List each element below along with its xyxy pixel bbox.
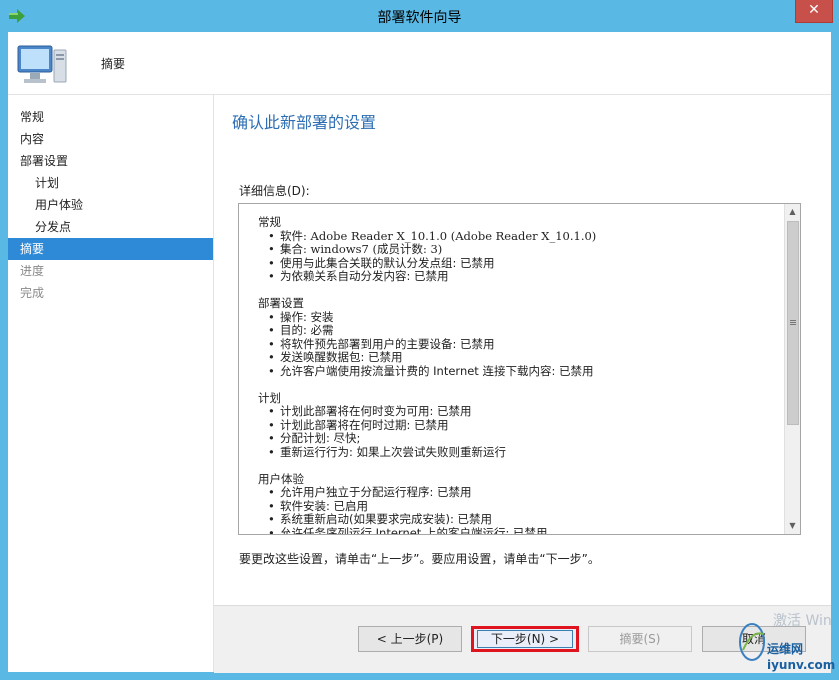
scroll-up-arrow-icon[interactable]: ▲	[785, 204, 800, 220]
detail-item: 目的: 必需	[258, 324, 778, 338]
close-button[interactable]: ✕	[795, 0, 833, 23]
page-title: 摘要	[101, 57, 126, 71]
previous-button[interactable]: < 上一步(P)	[358, 626, 462, 652]
details-label: 详细信息(D):	[239, 184, 310, 198]
wizard-window: 摘要 常规 内容 部署设置 计划 用户体验 分发点 摘要 进度 完成 确认此新部…	[8, 32, 831, 673]
nav-item-general[interactable]: 常规	[8, 106, 213, 128]
detail-item: 集合: windows7 (成员计数: 3)	[258, 243, 778, 257]
summary-button: 摘要(S)	[588, 626, 692, 652]
site-name: 运维网	[767, 642, 804, 656]
detail-item: 为依赖关系自动分发内容: 已禁用	[258, 270, 778, 284]
detail-item: 使用与此集合关联的默认分发点组: 已禁用	[258, 256, 778, 271]
details-scrollbar[interactable]: ▲ ▼	[784, 204, 800, 534]
window-title: 部署软件向导	[377, 10, 462, 26]
next-button-label: 下一步(N) >	[477, 630, 573, 648]
details-textbox[interactable]: 常规 软件: Adobe Reader X_10.1.0 (Adobe Read…	[238, 203, 801, 535]
detail-item: 将软件预先部署到用户的主要设备: 已禁用	[258, 337, 778, 352]
details-section: 用户体验 允许用户独立于分配运行程序: 已禁用 软件安装: 已启用 系统重新启动…	[258, 471, 778, 534]
window-titlebar: 部署软件向导 ✕	[0, 0, 839, 32]
site-url: iyunv.com	[767, 658, 836, 672]
scroll-thumb[interactable]	[787, 221, 799, 425]
activation-watermark-text: 激活 Win	[773, 613, 832, 629]
nav-item-distribution-points[interactable]: 分发点	[8, 216, 213, 238]
detail-item: 软件安装: 已启用	[258, 499, 778, 514]
nav-item-user-experience[interactable]: 用户体验	[8, 194, 213, 216]
detail-item: 计划此部署将在何时变为可用: 已禁用	[258, 405, 778, 419]
site-logo-icon	[739, 623, 765, 661]
details-section: 常规 软件: Adobe Reader X_10.1.0 (Adobe Read…	[258, 215, 778, 284]
details-section: 部署设置 操作: 安装 目的: 必需 将软件预先部署到用户的主要设备: 已禁用 …	[258, 295, 778, 379]
detail-item: 允许用户独立于分配运行程序: 已禁用	[258, 485, 778, 500]
computer-icon	[17, 45, 67, 83]
nav-item-progress: 进度	[20, 264, 45, 278]
detail-item: 允许任务序列运行 Internet 上的客户端运行: 已禁用	[258, 526, 778, 534]
watermark: 激活 Win 运维网 iyunv.com	[737, 613, 837, 676]
nav-item-schedule[interactable]: 计划	[8, 172, 213, 194]
detail-item: 计划此部署将在何时过期: 已禁用	[258, 418, 778, 433]
detail-item: 分配计划: 尽快;	[258, 432, 778, 446]
section-title: 部署设置	[258, 295, 304, 310]
section-title: 常规	[258, 215, 281, 229]
main-content: 确认此新部署的设置 详细信息(D): 常规 软件: Adobe Reader X…	[214, 95, 831, 605]
next-button[interactable]: 下一步(N) >	[471, 626, 579, 652]
content-heading: 确认此新部署的设置	[232, 113, 377, 132]
detail-item: 允许客户端使用按流量计费的 Internet 连接下载内容: 已禁用	[258, 364, 778, 379]
detail-item: 软件: Adobe Reader X_10.1.0 (Adobe Reader …	[258, 229, 778, 244]
wizard-header: 摘要	[8, 32, 831, 95]
detail-item: 重新运行行为: 如果上次尝试失败则重新运行	[258, 445, 778, 460]
detail-item: 系统重新启动(如果要求完成安装): 已禁用	[258, 513, 778, 527]
nav-item-deployment-settings[interactable]: 部署设置	[8, 150, 213, 172]
section-title: 用户体验	[258, 471, 304, 486]
nav-item-completion: 完成	[20, 286, 45, 300]
nav-item-summary[interactable]: 摘要	[8, 238, 213, 260]
wizard-nav: 常规 内容 部署设置 计划 用户体验 分发点 摘要 进度 完成	[8, 95, 214, 672]
details-list: 常规 软件: Adobe Reader X_10.1.0 (Adobe Read…	[258, 215, 778, 534]
details-section: 计划 计划此部署将在何时变为可用: 已禁用 计划此部署将在何时过期: 已禁用 分…	[258, 390, 778, 460]
scroll-down-arrow-icon[interactable]: ▼	[785, 518, 800, 534]
nav-item-content[interactable]: 内容	[8, 128, 213, 150]
detail-item: 操作: 安装	[258, 310, 778, 325]
section-title: 计划	[258, 390, 281, 405]
detail-item: 发送唤醒数据包: 已禁用	[258, 351, 778, 365]
instruction-text: 要更改这些设置，请单击“上一步”。要应用设置，请单击“下一步”。	[239, 552, 600, 566]
